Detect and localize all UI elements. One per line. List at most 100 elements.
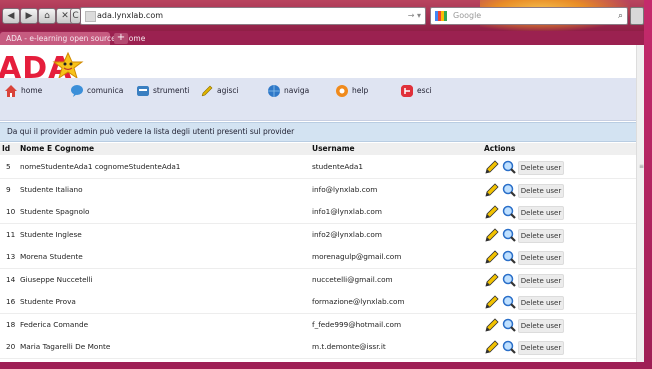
cell-id: 18 [6, 319, 16, 329]
cell-name: nomeStudenteAda1 cognomeStudenteAda1 [20, 162, 181, 171]
cell-id: 13 [6, 252, 16, 261]
search-box[interactable]: Google ⌕ [430, 7, 628, 25]
cell-username: info2@lynxlab.com [312, 229, 382, 239]
table-row: 16 Studente Prova formazione@lynxlab.com De… [0, 291, 636, 314]
cell-id: 16 [6, 297, 16, 306]
menu-esci[interactable]: esci [400, 83, 432, 99]
globe-icon [268, 85, 280, 97]
delete-user-button[interactable]: Delete user [518, 183, 564, 198]
cell-username: f_fede999@hotmail.com [312, 319, 402, 329]
view-user-icon[interactable] [502, 228, 516, 242]
menu-esci-label: esci [417, 86, 432, 95]
cell-id: 20 [6, 342, 16, 351]
cell-id: 10 [6, 207, 16, 216]
address-text: ada.lynxlab.com [97, 11, 164, 20]
cell-name: Studente Prova [20, 297, 76, 306]
cell-name: Morena Studente [20, 252, 83, 261]
view-user-icon[interactable] [502, 318, 516, 332]
tab-ada-home[interactable]: ADA - e-learning open source - Home [0, 32, 145, 45]
edit-user-icon[interactable] [484, 340, 500, 354]
view-user-icon[interactable] [502, 205, 516, 219]
home-button[interactable]: ⌂ [38, 8, 56, 24]
cell-name: Federica Comande [20, 319, 89, 329]
menu-strumenti-label: strumenti [153, 86, 190, 95]
table-row: 10 Studente Spagnolo info1@lynxlab.com Dele… [0, 201, 636, 224]
edit-user-icon[interactable] [484, 160, 500, 174]
pencil-icon [201, 85, 213, 97]
delete-user-button[interactable]: Delete user [518, 296, 564, 310]
cell-username: m.t.demonte@issr.it [312, 342, 386, 351]
new-tab-button[interactable]: + [114, 33, 128, 44]
cell-username: morenagulp@gmail.com [312, 252, 402, 261]
edit-user-icon[interactable] [484, 205, 500, 219]
menu-comunica[interactable]: comunica [70, 83, 123, 99]
menu-home-label: home [21, 86, 43, 95]
cell-name: Studente Inglese [20, 229, 82, 239]
header-name: Nome E Cognome [20, 144, 95, 153]
edit-user-icon[interactable] [484, 182, 500, 197]
forward-button[interactable]: ▶ [20, 8, 38, 24]
delete-user-button[interactable]: Delete user [518, 318, 564, 333]
menu-home[interactable]: home [4, 83, 42, 99]
reload-button[interactable]: C [70, 8, 81, 24]
page-scrollbar[interactable]: ≡ [636, 45, 644, 362]
view-user-icon[interactable] [502, 183, 516, 197]
table-row: 9 Studente Italiano info@lynxlab.com Delete… [0, 178, 636, 202]
delete-user-button[interactable]: Delete user [518, 206, 564, 220]
search-icon[interactable]: ⌕ [618, 9, 623, 23]
favicon-icon [85, 11, 96, 22]
menu-naviga[interactable]: naviga [267, 83, 309, 99]
edit-user-icon[interactable] [484, 227, 500, 242]
tab-bar: ADA - e-learning open source - Home + [0, 31, 644, 45]
table-row: 14 Giuseppe Nuccetelli nuccetelli@gmail.co… [0, 268, 636, 292]
menu-strumenti[interactable]: strumenti [136, 83, 189, 99]
edit-user-icon[interactable] [484, 272, 500, 287]
cell-id: 14 [6, 274, 16, 284]
cell-name: Studente Spagnolo [20, 207, 90, 216]
delete-user-button[interactable]: Delete user [518, 251, 564, 265]
edit-user-icon[interactable] [484, 295, 500, 309]
edit-user-icon[interactable] [484, 250, 500, 264]
view-user-icon[interactable] [502, 295, 516, 309]
search-placeholder: Google [453, 11, 482, 20]
delete-user-button[interactable]: Delete user [518, 341, 564, 355]
back-button[interactable]: ◀ [2, 8, 20, 24]
google-logo-icon [435, 11, 447, 21]
stop-icon: ✕ [61, 11, 69, 21]
table-row: 20 Maria Tagarelli De Monte m.t.demonte@is… [0, 336, 636, 359]
menu-agisci[interactable]: agisci [200, 83, 239, 99]
cell-name: Giuseppe Nuccetelli [20, 274, 93, 284]
cell-username: formazione@lynxlab.com [312, 297, 405, 306]
view-user-icon[interactable] [502, 250, 516, 264]
view-user-icon[interactable] [502, 273, 516, 287]
delete-user-button[interactable]: Delete user [518, 273, 564, 288]
view-user-icon[interactable] [502, 160, 516, 174]
delete-user-button[interactable]: Delete user [518, 228, 564, 243]
cell-name: Studente Italiano [20, 184, 83, 194]
cell-id: 9 [6, 184, 11, 194]
table-row: 5 nomeStudenteAda1 cognomeStudenteAda1 stu… [0, 156, 636, 179]
browser-navbar: ◀ ▶ ⌂ ✕ ada.lynxlab.com → ▾ C Google ⌕ [0, 0, 644, 31]
scrollbar-grip-icon: ≡ [639, 163, 644, 170]
cell-id: 5 [6, 162, 11, 171]
cell-username: info1@lynxlab.com [312, 207, 382, 216]
delete-user-button[interactable]: Delete user [518, 161, 564, 175]
home-icon: ⌂ [44, 11, 50, 21]
cell-username: nuccetelli@gmail.com [312, 274, 393, 284]
view-user-icon[interactable] [502, 340, 516, 354]
ada-mascot-icon [52, 51, 84, 80]
header-id: Id [2, 144, 11, 153]
menu-help[interactable]: help [335, 83, 368, 99]
edit-user-icon[interactable] [484, 317, 500, 332]
desktop-frame: ◀ ▶ ⌂ ✕ ada.lynxlab.com → ▾ C Google ⌕ A… [0, 0, 652, 369]
address-bar[interactable]: ada.lynxlab.com → ▾ [80, 7, 426, 25]
main-menu: home comunica strumenti agisci naviga he… [0, 78, 636, 121]
info-text: Da qui il provider admin può vedere la l… [7, 127, 295, 136]
address-dropdown-icon[interactable]: → ▾ [408, 9, 421, 23]
header-actions: Actions [484, 144, 516, 153]
lifebuoy-icon [336, 85, 348, 97]
table-row: 11 Studente Inglese info2@lynxlab.com Delet… [0, 223, 636, 247]
bookmarks-button[interactable] [630, 7, 644, 25]
menu-comunica-label: comunica [87, 86, 124, 95]
cell-id: 11 [6, 229, 16, 239]
